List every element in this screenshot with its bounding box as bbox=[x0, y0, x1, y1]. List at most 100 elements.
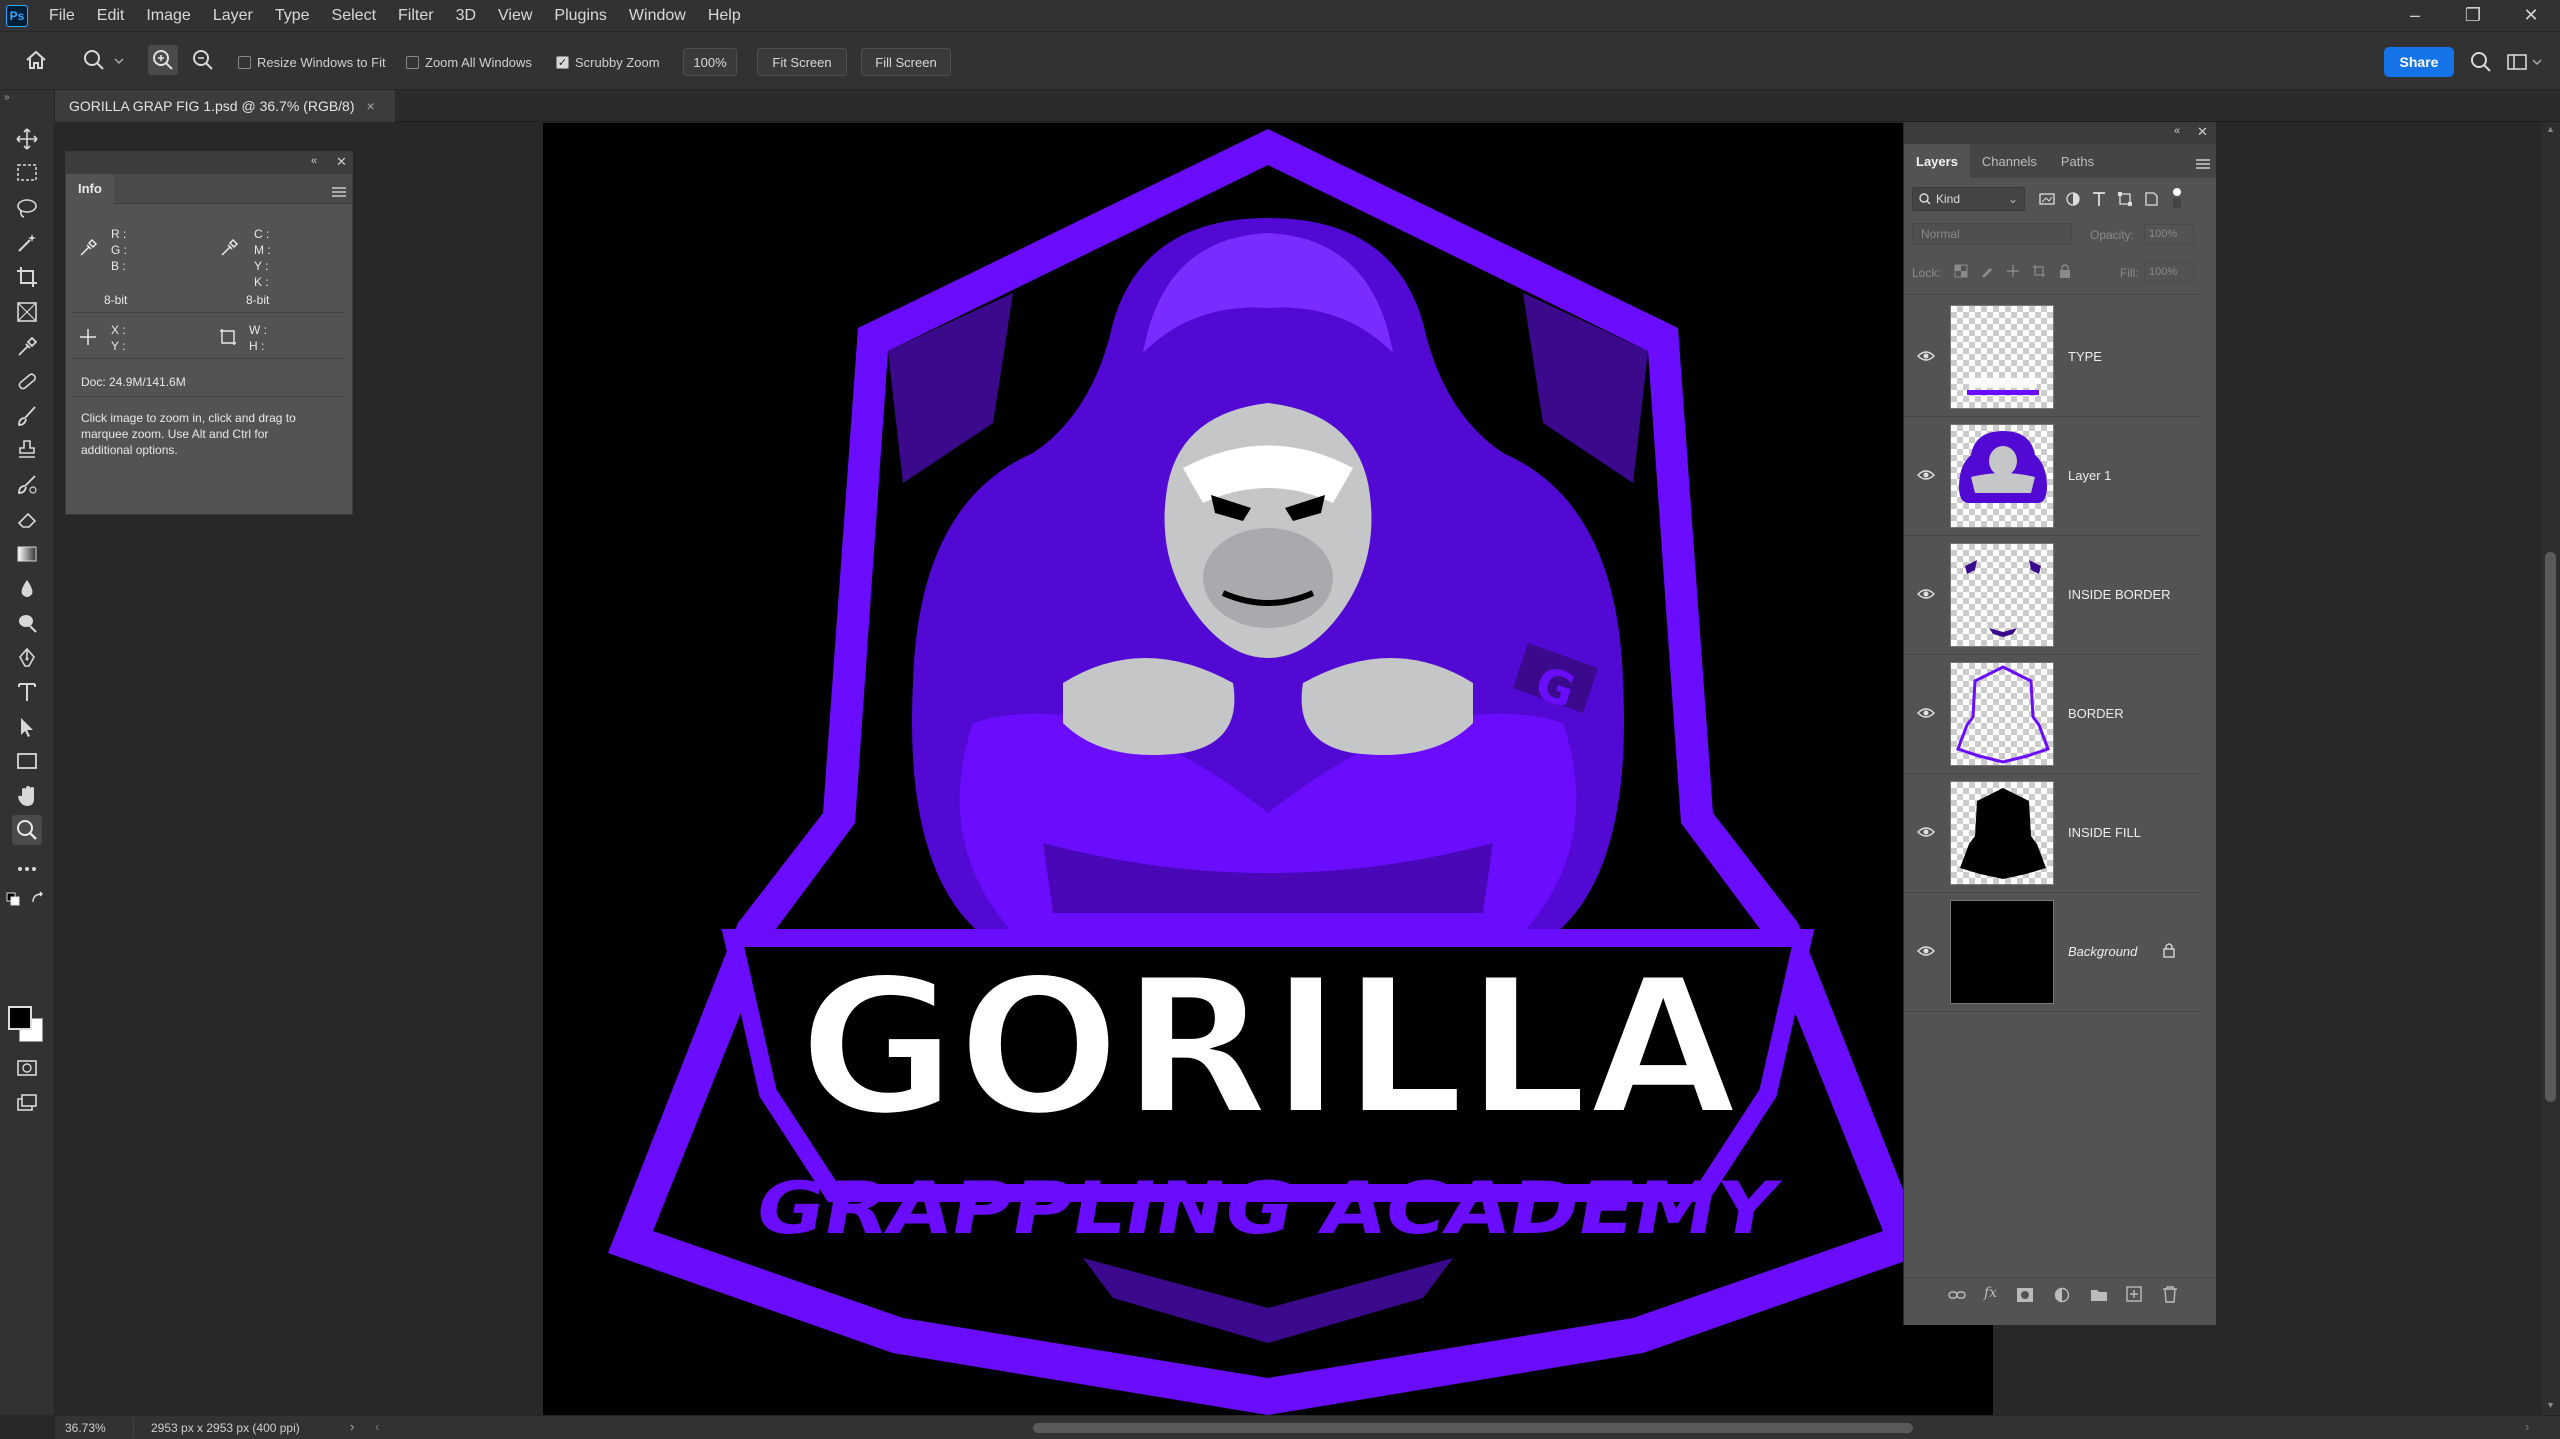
type-filter-icon[interactable] bbox=[2091, 191, 2107, 212]
search-icon[interactable] bbox=[2467, 48, 2495, 76]
status-expand-icon[interactable]: › bbox=[350, 1419, 354, 1434]
clone-stamp-tool-icon[interactable] bbox=[12, 435, 42, 465]
screen-mode-icon[interactable] bbox=[12, 1088, 42, 1118]
zoom-tool-icon[interactable] bbox=[12, 815, 42, 845]
healing-brush-tool-icon[interactable] bbox=[12, 366, 42, 396]
minimize-button[interactable]: – bbox=[2386, 0, 2444, 31]
move-tool-icon[interactable] bbox=[12, 124, 42, 154]
mask-icon[interactable] bbox=[2016, 1287, 2034, 1308]
restore-button[interactable]: ❐ bbox=[2444, 0, 2502, 31]
more-tools-icon[interactable] bbox=[12, 854, 42, 884]
history-brush-tool-icon[interactable] bbox=[12, 470, 42, 500]
path-selection-tool-icon[interactable] bbox=[12, 712, 42, 742]
lock-artboard-icon[interactable] bbox=[2032, 264, 2046, 283]
magic-wand-tool-icon[interactable] bbox=[12, 228, 42, 258]
zoom-level[interactable]: 36.73% bbox=[65, 1421, 106, 1435]
tab-info[interactable]: Info bbox=[66, 173, 114, 204]
fill-screen-button[interactable]: Fill Screen bbox=[861, 48, 951, 76]
lasso-tool-icon[interactable] bbox=[12, 193, 42, 223]
menu-edit[interactable]: Edit bbox=[86, 7, 136, 25]
fx-icon[interactable]: fx bbox=[1984, 1285, 1997, 1301]
zoom-all-windows-checkbox[interactable] bbox=[406, 55, 419, 69]
home-icon[interactable] bbox=[22, 46, 50, 74]
scrollbar-thumb[interactable] bbox=[2545, 552, 2556, 1102]
link-icon[interactable] bbox=[1948, 1288, 1966, 1307]
frame-tool-icon[interactable] bbox=[12, 297, 42, 327]
zoom-tool-preset-icon[interactable] bbox=[80, 46, 128, 74]
swap-colors-icon[interactable] bbox=[30, 890, 46, 906]
zoom-in-icon[interactable] bbox=[148, 45, 178, 75]
rectangle-tool-icon[interactable] bbox=[12, 746, 42, 776]
scroll-left-icon[interactable]: ‹ bbox=[375, 1419, 379, 1434]
menu-3d[interactable]: 3D bbox=[445, 7, 487, 25]
blend-mode-select[interactable]: Normal bbox=[1912, 223, 2072, 245]
marquee-tool-icon[interactable] bbox=[12, 158, 42, 188]
lock-pixels-icon[interactable] bbox=[1980, 264, 1994, 283]
fit-screen-button[interactable]: Fit Screen bbox=[757, 48, 847, 76]
hand-tool-icon[interactable] bbox=[12, 781, 42, 811]
zoom-all-windows-option[interactable]: Zoom All Windows bbox=[406, 48, 532, 76]
shape-filter-icon[interactable] bbox=[2117, 191, 2133, 212]
layer-row-inside-fill[interactable]: INSIDE FILL bbox=[1904, 775, 2200, 893]
blur-tool-icon[interactable] bbox=[12, 574, 42, 604]
type-tool-icon[interactable] bbox=[12, 677, 42, 707]
opacity-field[interactable]: 100% bbox=[2144, 224, 2194, 244]
visibility-eye-icon[interactable] bbox=[1917, 587, 1935, 601]
lock-all-icon[interactable] bbox=[2058, 263, 2072, 284]
trash-icon[interactable] bbox=[2162, 1286, 2178, 1308]
scroll-up-icon[interactable]: ▲ bbox=[2546, 124, 2555, 134]
panel-menu-icon[interactable] bbox=[332, 184, 346, 197]
menu-filter[interactable]: Filter bbox=[387, 7, 445, 25]
visibility-eye-icon[interactable] bbox=[1917, 706, 1935, 720]
close-panel-icon[interactable]: ✕ bbox=[336, 154, 347, 170]
dodge-tool-icon[interactable] bbox=[12, 608, 42, 638]
document-canvas[interactable]: G GORILLA GRAPPLING ACADEMY bbox=[543, 123, 1993, 1415]
panel-menu-icon[interactable] bbox=[2196, 156, 2210, 169]
zoom-100-button[interactable]: 100% bbox=[683, 48, 737, 76]
folder-icon[interactable] bbox=[2090, 1288, 2108, 1307]
share-button[interactable]: Share bbox=[2384, 47, 2454, 77]
tab-channels[interactable]: Channels bbox=[1970, 144, 2049, 178]
resize-windows-option[interactable]: Resize Windows to Fit bbox=[238, 48, 386, 76]
layer-row-border[interactable]: BORDER bbox=[1904, 656, 2200, 774]
menu-help[interactable]: Help bbox=[697, 7, 752, 25]
eraser-tool-icon[interactable] bbox=[12, 504, 42, 534]
scrubby-zoom-checkbox[interactable]: ✓ bbox=[556, 55, 569, 69]
menu-select[interactable]: Select bbox=[321, 7, 387, 25]
eyedropper-tool-icon[interactable] bbox=[12, 332, 42, 362]
document-tab[interactable]: GORILLA GRAP FIG 1.psd @ 36.7% (RGB/8) × bbox=[55, 90, 395, 122]
visibility-eye-icon[interactable] bbox=[1917, 468, 1935, 482]
close-document-icon[interactable]: × bbox=[367, 98, 375, 114]
default-colors-icon[interactable] bbox=[6, 892, 20, 906]
horizontal-scrollbar-thumb[interactable] bbox=[1033, 1423, 1913, 1433]
layer-row-layer-1[interactable]: Layer 1 bbox=[1904, 418, 2200, 536]
menu-image[interactable]: Image bbox=[135, 7, 201, 25]
collapse-panel-icon[interactable]: « bbox=[2174, 125, 2180, 137]
kind-filter-select[interactable]: Kind ⌄ bbox=[1912, 187, 2025, 211]
panel-collapse-icon[interactable]: » bbox=[4, 92, 10, 103]
scroll-down-icon[interactable]: ▼ bbox=[2546, 1400, 2555, 1410]
visibility-eye-icon[interactable] bbox=[1917, 825, 1935, 839]
workspace-icon[interactable] bbox=[2505, 48, 2545, 76]
pixel-filter-icon[interactable] bbox=[2039, 191, 2055, 212]
scrubby-zoom-option[interactable]: ✓ Scrubby Zoom bbox=[556, 48, 660, 76]
zoom-out-icon[interactable] bbox=[188, 45, 218, 75]
layer-row-type[interactable]: TYPE bbox=[1904, 299, 2200, 417]
new-layer-icon[interactable] bbox=[2126, 1286, 2142, 1307]
smart-object-filter-icon[interactable] bbox=[2143, 191, 2159, 212]
adjustment-icon[interactable] bbox=[2054, 1287, 2070, 1308]
close-window-button[interactable]: ✕ bbox=[2502, 0, 2560, 31]
foreground-color-swatch[interactable] bbox=[8, 1006, 32, 1030]
vertical-scrollbar[interactable]: ▲ ▼ bbox=[2541, 122, 2560, 1415]
menu-layer[interactable]: Layer bbox=[202, 7, 264, 25]
menu-plugins[interactable]: Plugins bbox=[543, 7, 617, 25]
layer-row-background[interactable]: Background bbox=[1904, 894, 2200, 1012]
scroll-right-icon[interactable]: › bbox=[2525, 1419, 2529, 1434]
gradient-tool-icon[interactable] bbox=[12, 539, 42, 569]
menu-window[interactable]: Window bbox=[618, 7, 697, 25]
lock-transparent-icon[interactable] bbox=[1954, 264, 1968, 283]
menu-type[interactable]: Type bbox=[264, 7, 321, 25]
menu-file[interactable]: File bbox=[38, 7, 86, 25]
resize-windows-checkbox[interactable] bbox=[238, 55, 251, 69]
crop-tool-icon[interactable] bbox=[12, 262, 42, 292]
